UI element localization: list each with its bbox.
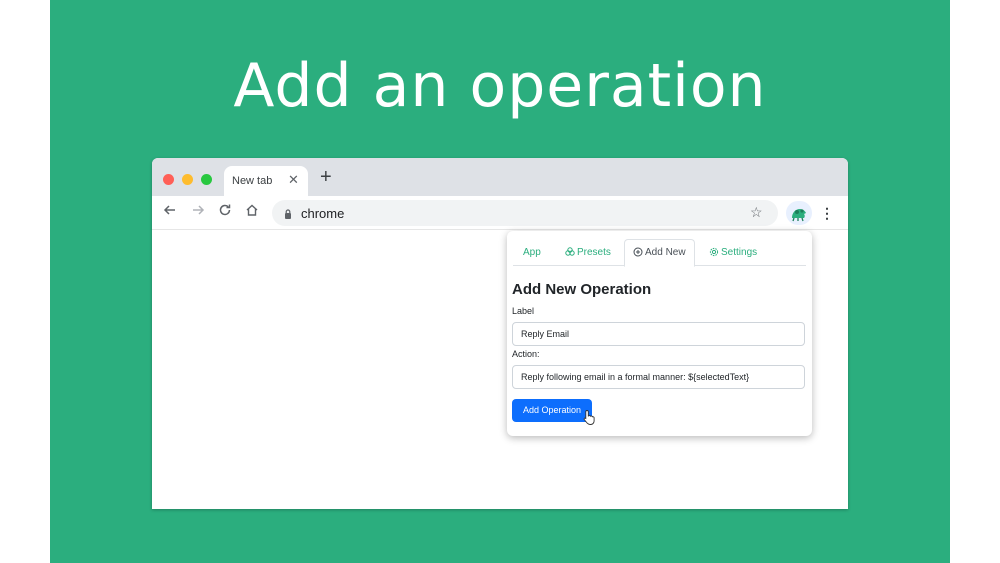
tab-settings[interactable]: Settings bbox=[701, 239, 765, 266]
bookmark-star-icon[interactable]: ☆ bbox=[750, 204, 763, 221]
tab-presets-label: Presets bbox=[577, 247, 611, 258]
headline: Add an operation bbox=[233, 51, 767, 121]
label-input[interactable]: Reply Email bbox=[512, 322, 805, 346]
tab-title: New tab bbox=[232, 175, 273, 187]
plus-circle-icon bbox=[633, 247, 643, 257]
browser-titlebar: New tab ✕ + bbox=[152, 158, 848, 196]
hand-cursor-icon bbox=[583, 409, 597, 425]
browser-window: New tab ✕ + chrome ☆ ⋮ App Presets Add N… bbox=[152, 158, 848, 509]
popup-title: Add New Operation bbox=[512, 281, 652, 298]
lock-icon bbox=[282, 207, 294, 219]
maximize-window-button[interactable] bbox=[201, 174, 212, 185]
minimize-window-button[interactable] bbox=[182, 174, 193, 185]
tab-close-icon[interactable]: ✕ bbox=[288, 172, 299, 188]
back-arrow-icon[interactable] bbox=[161, 203, 179, 221]
action-input[interactable]: Reply following email in a formal manner… bbox=[512, 365, 805, 389]
slide-background: Add an operation New tab ✕ + chrome ☆ ⋮ … bbox=[50, 0, 950, 563]
home-icon[interactable] bbox=[243, 203, 261, 221]
tab-add-new-label: Add New bbox=[645, 247, 686, 258]
label-field-label: Label bbox=[512, 306, 535, 316]
browser-toolbar: chrome ☆ ⋮ bbox=[152, 196, 848, 230]
action-field-label: Action: bbox=[512, 349, 540, 359]
forward-arrow-icon[interactable] bbox=[189, 203, 207, 221]
extension-icon[interactable] bbox=[786, 201, 812, 225]
address-bar[interactable]: chrome ☆ bbox=[272, 200, 778, 226]
extension-popup: App Presets Add New Settings Add New Ope… bbox=[507, 231, 812, 436]
presets-icon bbox=[565, 247, 575, 256]
tab-add-new[interactable]: Add New bbox=[624, 239, 695, 267]
new-tab-icon[interactable]: + bbox=[320, 167, 332, 187]
add-operation-button[interactable]: Add Operation bbox=[512, 399, 592, 422]
reload-icon[interactable] bbox=[216, 203, 234, 221]
tab-settings-label: Settings bbox=[721, 247, 758, 258]
browser-tab[interactable]: New tab ✕ bbox=[224, 166, 308, 196]
close-window-button[interactable] bbox=[163, 174, 174, 185]
popup-tabs: App Presets Add New Settings bbox=[513, 239, 806, 267]
tab-presets[interactable]: Presets bbox=[557, 239, 619, 266]
browser-menu-icon[interactable]: ⋮ bbox=[820, 202, 834, 224]
tab-app-label: App bbox=[523, 247, 541, 258]
gear-icon bbox=[709, 247, 719, 257]
tab-app[interactable]: App bbox=[515, 239, 549, 266]
url-text: chrome bbox=[301, 206, 345, 221]
